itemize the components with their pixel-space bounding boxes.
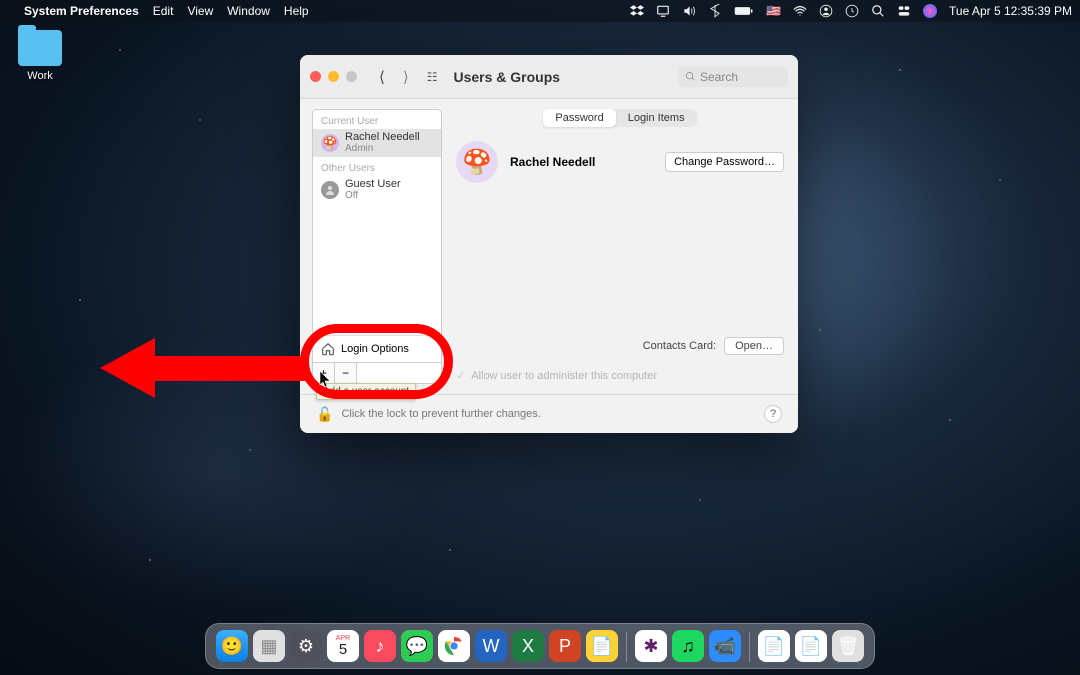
dock-doc-2[interactable]: 📄 (795, 630, 827, 662)
app-menu[interactable]: System Preferences (24, 4, 139, 18)
user-avatar[interactable]: 🍄 (456, 141, 498, 183)
dock-word[interactable]: W (475, 630, 507, 662)
dock-excel[interactable]: X (512, 630, 544, 662)
sidebar-header-current: Current User (313, 110, 441, 129)
users-sidebar: Current User 🍄 Rachel Needell Admin Othe… (312, 109, 442, 384)
sidebar-user-name: Rachel Needell (345, 132, 420, 144)
dock-zoom[interactable]: 📹 (709, 630, 741, 662)
dock-separator (626, 632, 627, 662)
sidebar-user-role: Admin (345, 144, 420, 155)
main-pane: Password Login Items 🍄 Rachel Needell Ch… (442, 99, 798, 394)
dock-trash[interactable]: 🗑 (832, 630, 864, 662)
admin-checkbox-row: ✓ Allow user to administer this computer (456, 369, 784, 382)
menubar-clock[interactable]: Tue Apr 5 12:35:39 PM (949, 4, 1072, 18)
folder-icon (18, 30, 62, 66)
tab-login-items[interactable]: Login Items (616, 109, 697, 127)
sidebar-header-other: Other Users (313, 157, 441, 176)
dock-powerpoint[interactable]: P (549, 630, 581, 662)
tab-segment: Password Login Items (543, 109, 696, 127)
user-display-name: Rachel Needell (510, 155, 595, 169)
dock-finder[interactable]: 🙂 (216, 630, 248, 662)
dock-messages[interactable]: 💬 (401, 630, 433, 662)
control-center-icon[interactable] (897, 4, 911, 18)
checkbox-icon: ✓ (456, 369, 465, 382)
footer-text: Click the lock to prevent further change… (341, 408, 540, 420)
user-switch-icon[interactable] (819, 4, 833, 18)
volume-icon[interactable] (682, 4, 696, 18)
login-options-label: Login Options (341, 343, 409, 355)
search-field[interactable]: Search (678, 67, 788, 87)
battery-icon[interactable] (734, 4, 754, 18)
menubar: System Preferences Edit View Window Help… (0, 0, 1080, 22)
sidebar-guest-name: Guest User (345, 179, 401, 191)
siri-icon[interactable] (923, 4, 937, 18)
dock-spotify[interactable]: ♫ (672, 630, 704, 662)
dock-doc-1[interactable]: 📄 (758, 630, 790, 662)
folder-label: Work (27, 70, 52, 82)
titlebar: ⟨ ⟩ ☷ Users & Groups Search (300, 55, 798, 99)
help-button[interactable]: ? (764, 405, 782, 423)
bluetooth-icon[interactable] (708, 4, 722, 18)
search-placeholder: Search (700, 70, 738, 84)
contacts-card-row: Contacts Card: Open… (456, 337, 784, 355)
annotation-arrow (100, 326, 310, 411)
search-icon (685, 71, 696, 82)
dock-separator-2 (749, 632, 750, 662)
screen-mirror-icon[interactable] (656, 4, 670, 18)
dock-chrome[interactable] (438, 630, 470, 662)
sidebar-user-guest[interactable]: Guest User Off (313, 176, 441, 204)
show-all-button[interactable]: ☷ (421, 70, 442, 84)
dropbox-icon[interactable] (630, 4, 644, 18)
clock-icon[interactable] (845, 4, 859, 18)
dock: 🙂 ▦ ⚙ APR5 ♪ 💬 W X P 📄 ✱ ♫ 📹 📄 📄 🗑 (205, 623, 875, 669)
guest-avatar-icon (321, 181, 339, 199)
dock-notes[interactable]: 📄 (586, 630, 618, 662)
dock-music[interactable]: ♪ (364, 630, 396, 662)
remove-user-button[interactable]: − (335, 363, 357, 383)
dock-calendar[interactable]: APR5 (327, 630, 359, 662)
tab-password[interactable]: Password (543, 109, 615, 127)
close-button[interactable] (310, 71, 321, 82)
admin-checkbox-label: Allow user to administer this computer (471, 370, 657, 382)
avatar-icon: 🍄 (321, 134, 339, 152)
user-header-row: 🍄 Rachel Needell Change Password… (456, 141, 784, 183)
menu-help[interactable]: Help (284, 4, 309, 18)
menubar-left: System Preferences Edit View Window Help (8, 4, 309, 18)
sidebar-user-current[interactable]: 🍄 Rachel Needell Admin (313, 129, 441, 157)
login-options-row[interactable]: Login Options (313, 335, 441, 362)
spotlight-icon[interactable] (871, 4, 885, 18)
desktop-folder-work[interactable]: Work (10, 30, 70, 82)
contacts-card-label: Contacts Card: (643, 340, 716, 352)
zoom-button[interactable] (346, 71, 357, 82)
dock-slack[interactable]: ✱ (635, 630, 667, 662)
home-icon (321, 342, 335, 356)
flag-icon[interactable]: 🇺🇸 (766, 4, 781, 18)
dock-system-preferences[interactable]: ⚙ (290, 630, 322, 662)
cursor-icon (319, 370, 333, 391)
change-password-button[interactable]: Change Password… (665, 152, 784, 172)
forward-button[interactable]: ⟩ (397, 68, 415, 86)
traffic-lights (310, 71, 357, 82)
window-title: Users & Groups (453, 69, 560, 85)
minimize-button[interactable] (328, 71, 339, 82)
menu-view[interactable]: View (187, 4, 213, 18)
window-body: Current User 🍄 Rachel Needell Admin Othe… (300, 99, 798, 394)
menu-edit[interactable]: Edit (153, 4, 174, 18)
system-preferences-window: ⟨ ⟩ ☷ Users & Groups Search Current User… (300, 55, 798, 433)
menubar-right: 🇺🇸 Tue Apr 5 12:35:39 PM (630, 4, 1072, 18)
lock-icon[interactable]: 🔓 (316, 406, 333, 423)
back-button[interactable]: ⟨ (373, 68, 391, 86)
wifi-icon[interactable] (793, 4, 807, 18)
dock-launchpad[interactable]: ▦ (253, 630, 285, 662)
menu-window[interactable]: Window (227, 4, 270, 18)
sidebar-guest-status: Off (345, 191, 401, 202)
open-contacts-button[interactable]: Open… (724, 337, 784, 355)
